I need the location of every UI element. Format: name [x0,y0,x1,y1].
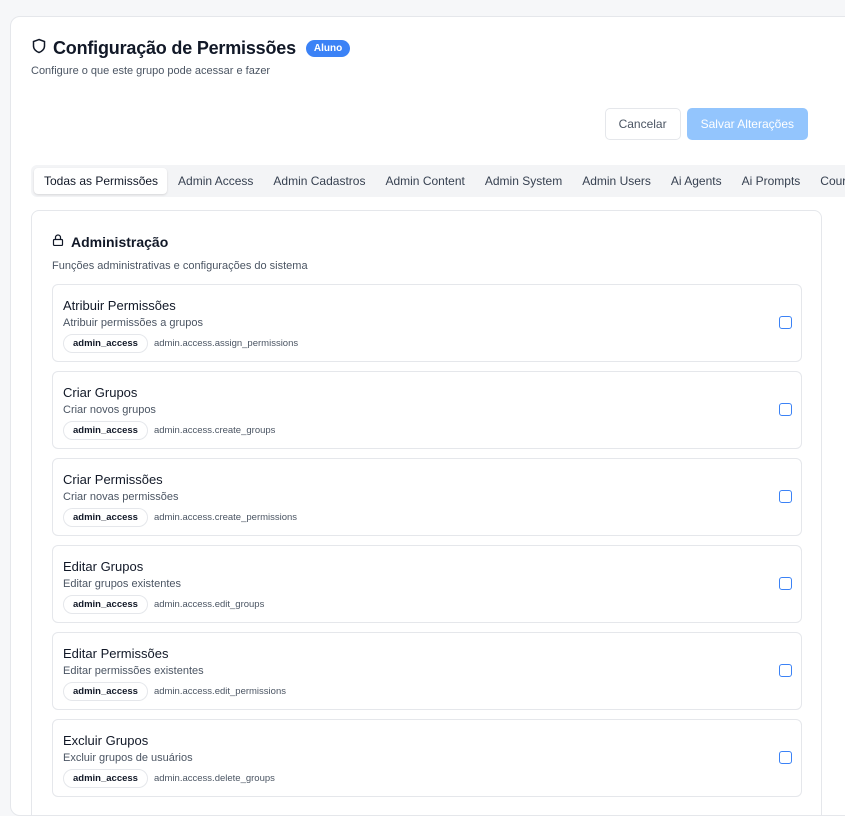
tab-ai-agents[interactable]: Ai Agents [661,168,731,194]
permission-checkbox[interactable] [779,403,792,416]
permission-name: Excluir Grupos [63,733,149,748]
category-chip: admin_access [63,682,148,701]
permission-code: admin.access.edit_permissions [153,686,286,697]
permission-item: Criar Permissões Criar novas permissões … [52,458,802,536]
tab-admin-users[interactable]: Admin Users [572,168,660,194]
category-chip: admin_access [63,508,148,527]
permissions-panel: Configuração de Permissões Aluno Configu… [10,16,845,816]
permission-description: Criar novos grupos [63,404,156,416]
permission-item: Atribuir Permissões Atribuir permissões … [52,284,802,362]
permission-item: Editar Grupos Editar grupos existentes a… [52,545,802,623]
permission-code: admin.access.delete_groups [153,773,275,784]
category-chip: admin_access [63,769,148,788]
permission-item: Editar Permissões Editar permissões exis… [52,632,802,710]
header: Configuração de Permissões Aluno Configu… [31,37,839,77]
permission-name: Criar Grupos [63,385,138,400]
permission-code: admin.access.create_groups [153,425,276,436]
permission-item: Excluir Grupos Excluir grupos de usuário… [52,719,802,797]
permission-name: Atribuir Permissões [63,298,176,313]
category-tabs: Todas as Permissões Admin Access Admin C… [31,165,845,197]
page-subtitle: Configure o que este grupo pode acessar … [31,65,271,77]
section-title: Administração [71,234,169,250]
permission-list: Atribuir Permissões Atribuir permissões … [52,284,802,806]
permission-code: admin.access.assign_permissions [153,338,299,349]
permission-checkbox[interactable] [779,664,792,677]
tab-ai-prompts[interactable]: Ai Prompts [732,168,810,194]
permission-name: Editar Grupos [63,559,144,574]
permission-description: Editar permissões existentes [63,665,204,677]
permission-checkbox[interactable] [779,577,792,590]
group-badge: Aluno [305,39,351,57]
page-title: Configuração de Permissões [53,37,296,58]
tab-courses[interactable]: Courses [810,168,845,194]
permission-checkbox[interactable] [779,751,792,764]
shield-icon [31,38,47,59]
permission-description: Editar grupos existentes [63,578,182,590]
tab-admin-content[interactable]: Admin Content [375,168,473,194]
permission-code: admin.access.create_permissions [153,512,298,523]
category-chip: admin_access [63,595,148,614]
action-bar: Cancelar Salvar Alterações [604,108,808,140]
permission-name: Criar Permissões [63,472,163,487]
tab-admin-access[interactable]: Admin Access [168,168,262,194]
permission-description: Atribuir permissões a grupos [63,317,204,329]
save-button[interactable]: Salvar Alterações [686,108,808,140]
lock-icon [52,233,64,251]
category-chip: admin_access [63,421,148,440]
category-chip: admin_access [63,334,148,353]
tab-admin-cadastros[interactable]: Admin Cadastros [263,168,374,194]
cancel-button[interactable]: Cancelar [604,108,681,140]
permission-checkbox[interactable] [779,316,792,329]
section-description: Funções administrativas e configurações … [52,260,308,272]
permission-name: Editar Permissões [63,646,169,661]
permission-section: Administração Funções administrativas e … [31,210,822,815]
tab-admin-system[interactable]: Admin System [475,168,571,194]
tab-all-permissions[interactable]: Todas as Permissões [34,168,168,194]
permission-description: Criar novas permissões [63,491,179,503]
permission-code: admin.access.edit_groups [153,599,265,610]
permission-item: Criar Grupos Criar novos grupos admin_ac… [52,371,802,449]
permission-checkbox[interactable] [779,490,792,503]
permission-description: Excluir grupos de usuários [63,752,193,764]
